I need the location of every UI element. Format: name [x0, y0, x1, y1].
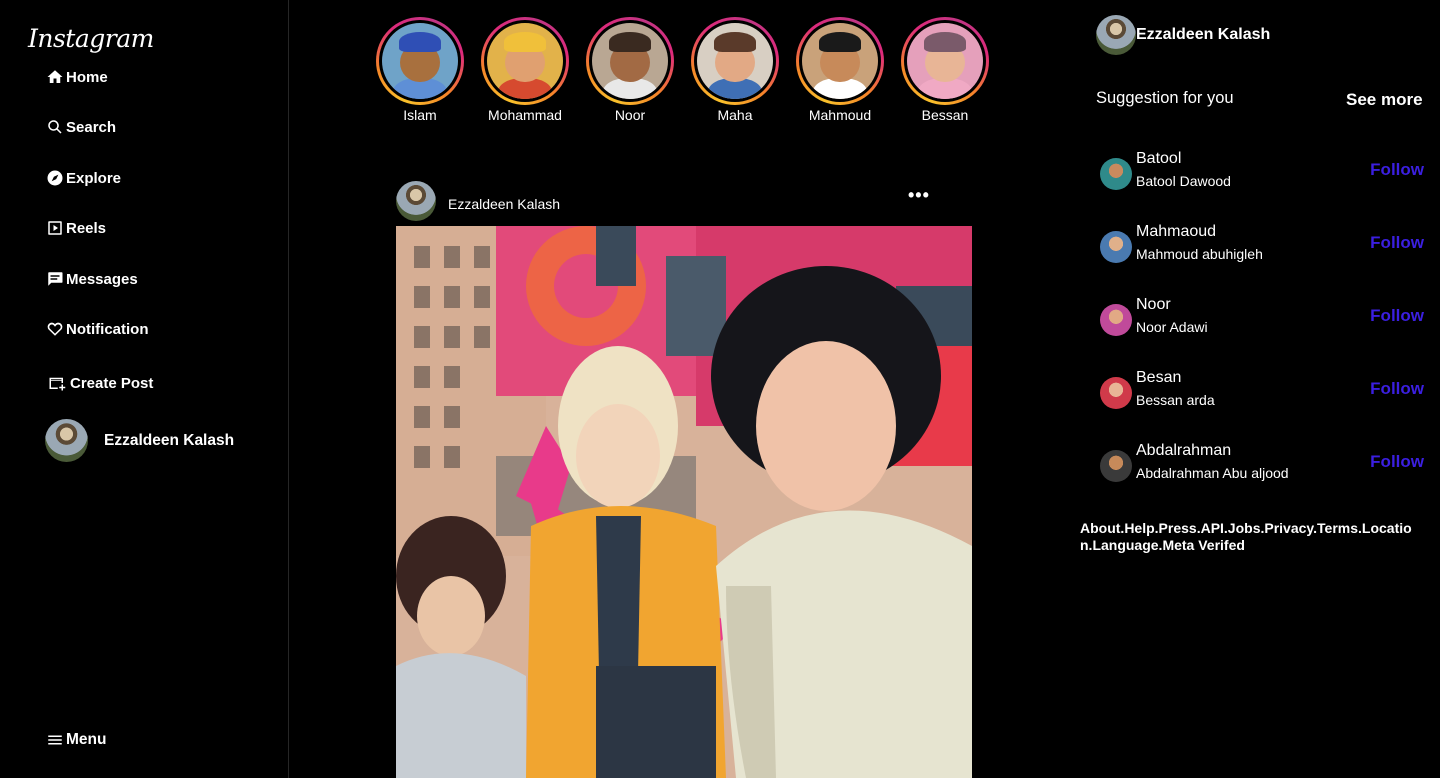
story-item[interactable]: Noor — [586, 17, 674, 123]
sidebar-item-label: Search — [66, 118, 117, 136]
story-avatar — [697, 23, 773, 99]
avatar[interactable] — [1100, 450, 1132, 482]
create-post-icon — [49, 377, 66, 391]
sidebar-item-label: Explore — [66, 169, 122, 187]
story-ring — [481, 17, 569, 105]
suggestion-fullname: Bessan arda — [1136, 392, 1215, 408]
suggestion-title: Suggestion for you — [1096, 89, 1234, 107]
post-image[interactable] — [396, 226, 972, 778]
story-item[interactable]: Mohammad — [481, 17, 569, 123]
sidebar-item-home[interactable]: Home — [46, 68, 108, 86]
suggestion-item: Mahmaoud Mahmoud abuhigleh Follow — [1100, 223, 1424, 263]
story-item[interactable]: Islam — [376, 17, 464, 123]
avatar[interactable] — [396, 181, 436, 221]
story-item[interactable]: Bessan — [901, 17, 989, 123]
story-ring — [796, 17, 884, 105]
suggestion-username[interactable]: Batool — [1136, 150, 1181, 168]
story-name: Mahmoud — [808, 107, 872, 123]
story-ring — [586, 17, 674, 105]
see-more-link[interactable]: See more — [1346, 90, 1423, 110]
suggestion-username[interactable]: Besan — [1136, 369, 1181, 387]
suggestion-fullname: Noor Adawi — [1136, 319, 1208, 335]
avatar — [1096, 15, 1136, 55]
story-ring — [376, 17, 464, 105]
stories-bar: Islam Mohammad Noor Maha Mahmoud Bessan — [376, 17, 989, 123]
reels-icon — [48, 221, 62, 235]
story-avatar — [487, 23, 563, 99]
suggestion-fullname: Batool Dawood — [1136, 173, 1231, 189]
profile-name: Ezzaldeen Kalash — [104, 431, 235, 449]
heart-icon — [47, 322, 63, 336]
sidebar-item-label: Messages — [66, 270, 138, 288]
sidebar-item-label: Reels — [66, 219, 107, 237]
current-user-name: Ezzaldeen Kalash — [1136, 26, 1271, 43]
post-illustration — [396, 226, 972, 778]
suggestion-fullname: Mahmoud abuhigleh — [1136, 246, 1263, 262]
avatar[interactable] — [1100, 231, 1132, 263]
story-avatar — [382, 23, 458, 99]
instagram-logo[interactable]: Instagram — [28, 24, 154, 53]
suggestion-item: Besan Bessan arda Follow — [1100, 369, 1424, 409]
story-item[interactable]: Maha — [691, 17, 779, 123]
sidebar-item-label: Notification — [66, 320, 149, 338]
story-ring — [691, 17, 779, 105]
sidebar-item-label: Home — [66, 68, 108, 86]
story-name: Mohammad — [488, 107, 562, 123]
story-item[interactable]: Mahmoud — [796, 17, 884, 123]
story-name: Bessan — [921, 107, 969, 123]
suggestion-username[interactable]: Mahmaoud — [1136, 223, 1216, 241]
search-icon — [48, 120, 62, 134]
follow-button[interactable]: Follow — [1370, 452, 1424, 472]
more-horizontal-icon[interactable]: ••• — [908, 185, 930, 206]
menu-button[interactable]: Menu — [46, 731, 106, 749]
home-icon — [47, 70, 63, 83]
sidebar-item-explore[interactable]: Explore — [46, 169, 121, 187]
sidebar-item-label: Create Post — [70, 374, 154, 392]
suggestion-username[interactable]: Abdalrahman — [1136, 442, 1231, 460]
hamburger-icon — [48, 735, 62, 745]
story-name: Noor — [614, 107, 646, 123]
suggestion-username[interactable]: Noor — [1136, 296, 1171, 314]
avatar[interactable] — [1100, 377, 1132, 409]
story-name: Maha — [717, 107, 753, 123]
avatar[interactable] — [1100, 304, 1132, 336]
suggestion-fullname: Abdalrahman Abu aljood — [1136, 465, 1289, 481]
chat-icon — [48, 272, 63, 286]
story-avatar — [907, 23, 983, 99]
follow-button[interactable]: Follow — [1370, 306, 1424, 326]
post-header: Ezzaldeen Kalash ••• — [396, 181, 972, 221]
sidebar-item-search[interactable]: Search — [46, 118, 116, 136]
sidebar-item-create-post[interactable]: Create Post — [46, 374, 153, 392]
suggestion-item: Abdalrahman Abdalrahman Abu aljood Follo… — [1100, 442, 1424, 482]
follow-button[interactable]: Follow — [1370, 233, 1424, 253]
follow-button[interactable]: Follow — [1370, 379, 1424, 399]
sidebar-item-notification[interactable]: Notification — [46, 320, 149, 338]
sidebar-profile[interactable]: Ezzaldeen Kalash — [45, 419, 234, 462]
story-ring — [901, 17, 989, 105]
menu-label: Menu — [66, 731, 107, 748]
avatar[interactable] — [1100, 158, 1132, 190]
story-name: Islam — [403, 107, 437, 123]
avatar — [45, 419, 88, 462]
compass-icon — [47, 170, 63, 186]
follow-button[interactable]: Follow — [1370, 160, 1424, 180]
sidebar-item-messages[interactable]: Messages — [46, 270, 138, 288]
suggestion-item: Batool Batool Dawood Follow — [1100, 150, 1424, 190]
sidebar: Instagram Home Search Explore Reels Mess… — [0, 0, 289, 778]
suggestion-item: Noor Noor Adawi Follow — [1100, 296, 1424, 336]
current-user[interactable]: Ezzaldeen Kalash — [1096, 15, 1270, 55]
story-avatar — [802, 23, 878, 99]
post-author[interactable]: Ezzaldeen Kalash — [448, 196, 560, 212]
sidebar-item-reels[interactable]: Reels — [46, 219, 106, 237]
instagram-app: Instagram Home Search Explore Reels Mess… — [0, 0, 1440, 778]
story-avatar — [592, 23, 668, 99]
footer-links[interactable]: About.Help.Press.API.Jobs.Privacy.Terms.… — [1080, 520, 1420, 554]
